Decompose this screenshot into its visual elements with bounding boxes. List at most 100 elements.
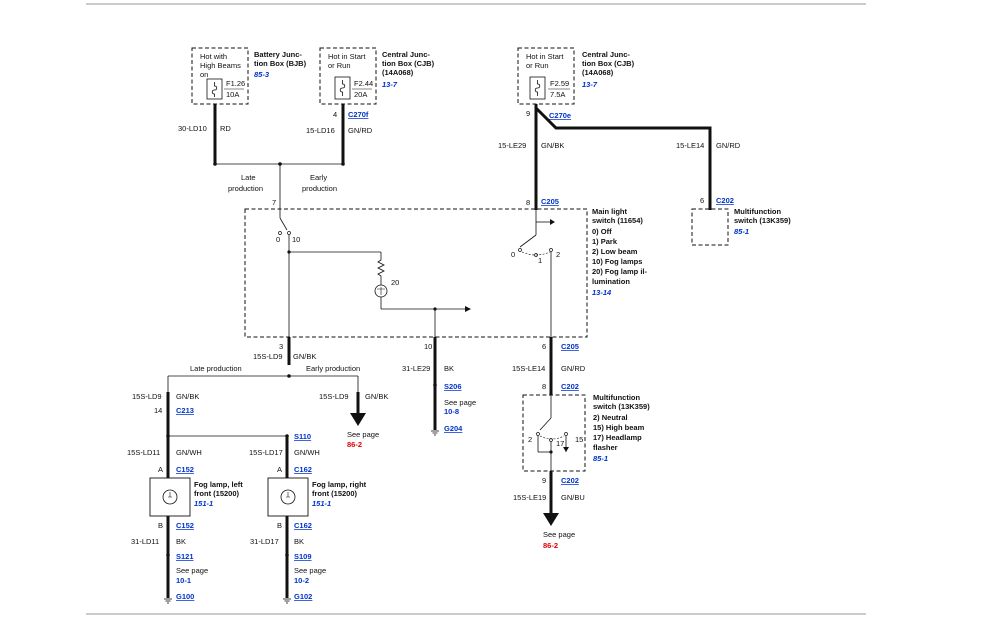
fuses-f3-name-text: F2.59 xyxy=(550,79,569,88)
switch-pin-c205-top-text: 8 xyxy=(526,198,530,207)
switch-ref-text: 13-14 xyxy=(592,288,612,297)
fog-right-conna-text: C162 xyxy=(294,465,312,474)
wires-w-31ld17-color-text: BK xyxy=(294,537,304,546)
fuses-f1-rating-text: 10A xyxy=(226,90,239,99)
wires-w-15sld9c-circuit-text: 15S-LD9 xyxy=(319,392,349,401)
production-early-0-text: Early xyxy=(310,173,327,182)
fog-right-pina-text: A xyxy=(277,465,282,474)
fog-right-splice-text: S109 xyxy=(294,552,312,561)
fuses-f1-note-0-text: Hot with xyxy=(200,52,227,61)
switch-pos-1-text: 1 xyxy=(538,256,542,265)
wiring-diagram: Hot with High Beams on F1.26 10A Battery… xyxy=(86,3,866,615)
switch-items-4-text: 20) Fog lamp il- xyxy=(592,267,648,276)
switch-c205-text: C205 xyxy=(541,197,559,206)
ground-center-splice-text: S206 xyxy=(444,382,462,391)
fuses-f2-name-text: F2.44 xyxy=(354,79,373,88)
fuses-f3-box-0-text: Central Junc- xyxy=(582,50,630,59)
wires-w-15sld17-color-text: GN/WH xyxy=(294,448,320,457)
wire-15s-le14: 6 C205 15S-LE14 GN/RD 8 C202 xyxy=(512,337,586,395)
wires-w-31ld11-circuit-text: 31-LD11 xyxy=(131,537,159,546)
mf-bot-items-2-text: 17) Headlamp xyxy=(593,433,642,442)
switch-title-1-text: switch (11654) xyxy=(592,216,643,225)
wire-15-le29: 9 C270e 15-LE29 GN/BK xyxy=(498,104,571,210)
wires-w-31le29-color-text: BK xyxy=(444,364,454,373)
fuses-f2-ref-text: 13-7 xyxy=(382,80,398,89)
ground-center-see-text: See page xyxy=(444,398,476,407)
wires-w-15sld17-circuit-text: 15S-LD17 xyxy=(249,448,283,457)
wires-w-15le29-color-text: GN/BK xyxy=(541,141,564,150)
fuse-f2-44: Hot in Start or Run F2.44 20A Central Ju… xyxy=(319,47,435,105)
main-light-switch: 7 0 10 20 8 C205 0 1 2 Main light switch… xyxy=(244,197,648,346)
mf-bot-title-1-text: switch (13K359) xyxy=(593,402,650,411)
fuses-f3-box-1-text: tion Box (CJB) xyxy=(582,59,635,68)
fuses-f1-name-text: F1.26 xyxy=(226,79,245,88)
fuses-f1-box-0-text: Battery Junc- xyxy=(254,50,302,59)
fog-left-see-text: See page xyxy=(176,566,208,575)
wires-w-15sld9b-color-text: GN/BK xyxy=(176,392,199,401)
switch-items-5-text: lumination xyxy=(592,277,630,286)
wires-w-15sld9b-pin-text: 14 xyxy=(154,406,162,415)
wires-w-30ld10-circuit-text: 30-LD10 xyxy=(178,124,207,133)
wire-15s-le19: 9 C202 15S-LE19 GN/BU See page 86-2 xyxy=(513,471,585,550)
fuses-f2-rating-text: 20A xyxy=(354,90,367,99)
wires-w-15ld16-connector-text: C270f xyxy=(348,110,369,119)
wires-w-15sld9-color-text: GN/BK xyxy=(293,352,316,361)
mf-top-title-0-text: Multifunction xyxy=(734,207,781,216)
fog-right-ground-text: G102 xyxy=(294,592,312,601)
wires-w-15sld11-circuit-text: 15S-LD11 xyxy=(127,448,160,457)
offpage-2-page-text: 86-2 xyxy=(543,541,558,550)
fog-right-title-0-text: Fog lamp, right xyxy=(312,480,367,489)
wire-31-le29: 10 31-LE29 BK S206 See page 10-8 G204 xyxy=(402,337,476,436)
fuses-f2-box-2-text: (14A068) xyxy=(382,68,414,77)
fuses-f3-note-0-text: Hot in Start xyxy=(526,52,564,61)
fog-right-ref-text: 151-1 xyxy=(312,499,331,508)
mf-bot-pin-bot-text: 9 xyxy=(542,476,546,485)
fuses-f3-box-2-text: (14A068) xyxy=(582,68,614,77)
multifunction-switch-bottom: 2 17 15 Multifunction switch (13K359) 2)… xyxy=(522,393,650,472)
mf-top-ref-text: 85-1 xyxy=(734,227,749,236)
offpage-2-see-text: See page xyxy=(543,530,575,539)
wires-w-15sld9b-circuit-text: 15S-LD9 xyxy=(132,392,162,401)
wires-w-15sld9b-connector-text: C213 xyxy=(176,406,194,415)
wires-w-15sle19-color-text: GN/BU xyxy=(561,493,585,502)
wires-w-15sld9c-color-text: GN/BK xyxy=(365,392,388,401)
production-bus-bottom: Late production Early production xyxy=(167,364,360,394)
fuses-f1-ref-text: 85-3 xyxy=(254,70,270,79)
mf-bot-pin-top-text: 8 xyxy=(542,382,546,391)
production-early-1-text: production xyxy=(302,184,337,193)
switch-pos20-text: 20 xyxy=(391,278,399,287)
switch-items-0-text: 0) Off xyxy=(592,227,612,236)
fog-left-title-0-text: Fog lamp, left xyxy=(194,480,243,489)
switch-items-3-text: 10) Fog lamps xyxy=(592,257,642,266)
switch-pos-0-text: 0 xyxy=(511,250,515,259)
wires-w-15sle14-circuit-text: 15S-LE14 xyxy=(512,364,545,373)
ground-center-page-text: 10-8 xyxy=(444,407,459,416)
wires-w-15le14-color-text: GN/RD xyxy=(716,141,741,150)
wires-w-15sld9-circuit-text: 15S-LD9 xyxy=(253,352,283,361)
wire-15-ld16: 4 C270f 15-LD16 GN/RD xyxy=(306,104,373,163)
fog-left-connb-text: C152 xyxy=(176,521,194,530)
fuses-f2-box-0-text: Central Junc- xyxy=(382,50,430,59)
production-late-0-text: Late xyxy=(241,173,256,182)
mf-bot-items-0-text: 2) Neutral xyxy=(593,413,628,422)
wires-w-31ld11-color-text: BK xyxy=(176,537,186,546)
switch-items-1-text: 1) Park xyxy=(592,237,618,246)
production-late-single-text: Late production xyxy=(190,364,242,373)
switch-c205-bot-text: C205 xyxy=(561,342,579,351)
switch-pin3-text: 3 xyxy=(279,342,283,351)
mf-top-pin-text: 6 xyxy=(700,196,704,205)
offpage-early: 15S-LD9 GN/BK See page 86-2 xyxy=(319,392,388,449)
fog-right-connb-text: C162 xyxy=(294,521,312,530)
fog-lamp-right: 15S-LD17 GN/WH A C162 Fog lamp, right fr… xyxy=(249,448,367,604)
fuses-f2-box-1-text: tion Box (CJB) xyxy=(382,59,435,68)
wires-w-15le14-circuit-text: 15-LE14 xyxy=(676,141,704,150)
fuses-f3-note-1-text: or Run xyxy=(526,61,549,70)
wires-w-15sle19-circuit-text: 15S-LE19 xyxy=(513,493,546,502)
fog-left-page-text: 10-1 xyxy=(176,576,191,585)
wires-w-15ld16-circuit-text: 15-LD16 xyxy=(306,126,335,135)
fog-right-see-text: See page xyxy=(294,566,326,575)
wire-15-le14: 15-LE14 GN/RD xyxy=(534,106,741,210)
wires-w-31ld17-circuit-text: 31-LD17 xyxy=(250,537,279,546)
fog-lamp-left: 15S-LD11 GN/WH A C152 Fog lamp, left fro… xyxy=(127,448,243,604)
mf-bot-p17-text: 17 xyxy=(556,439,564,448)
